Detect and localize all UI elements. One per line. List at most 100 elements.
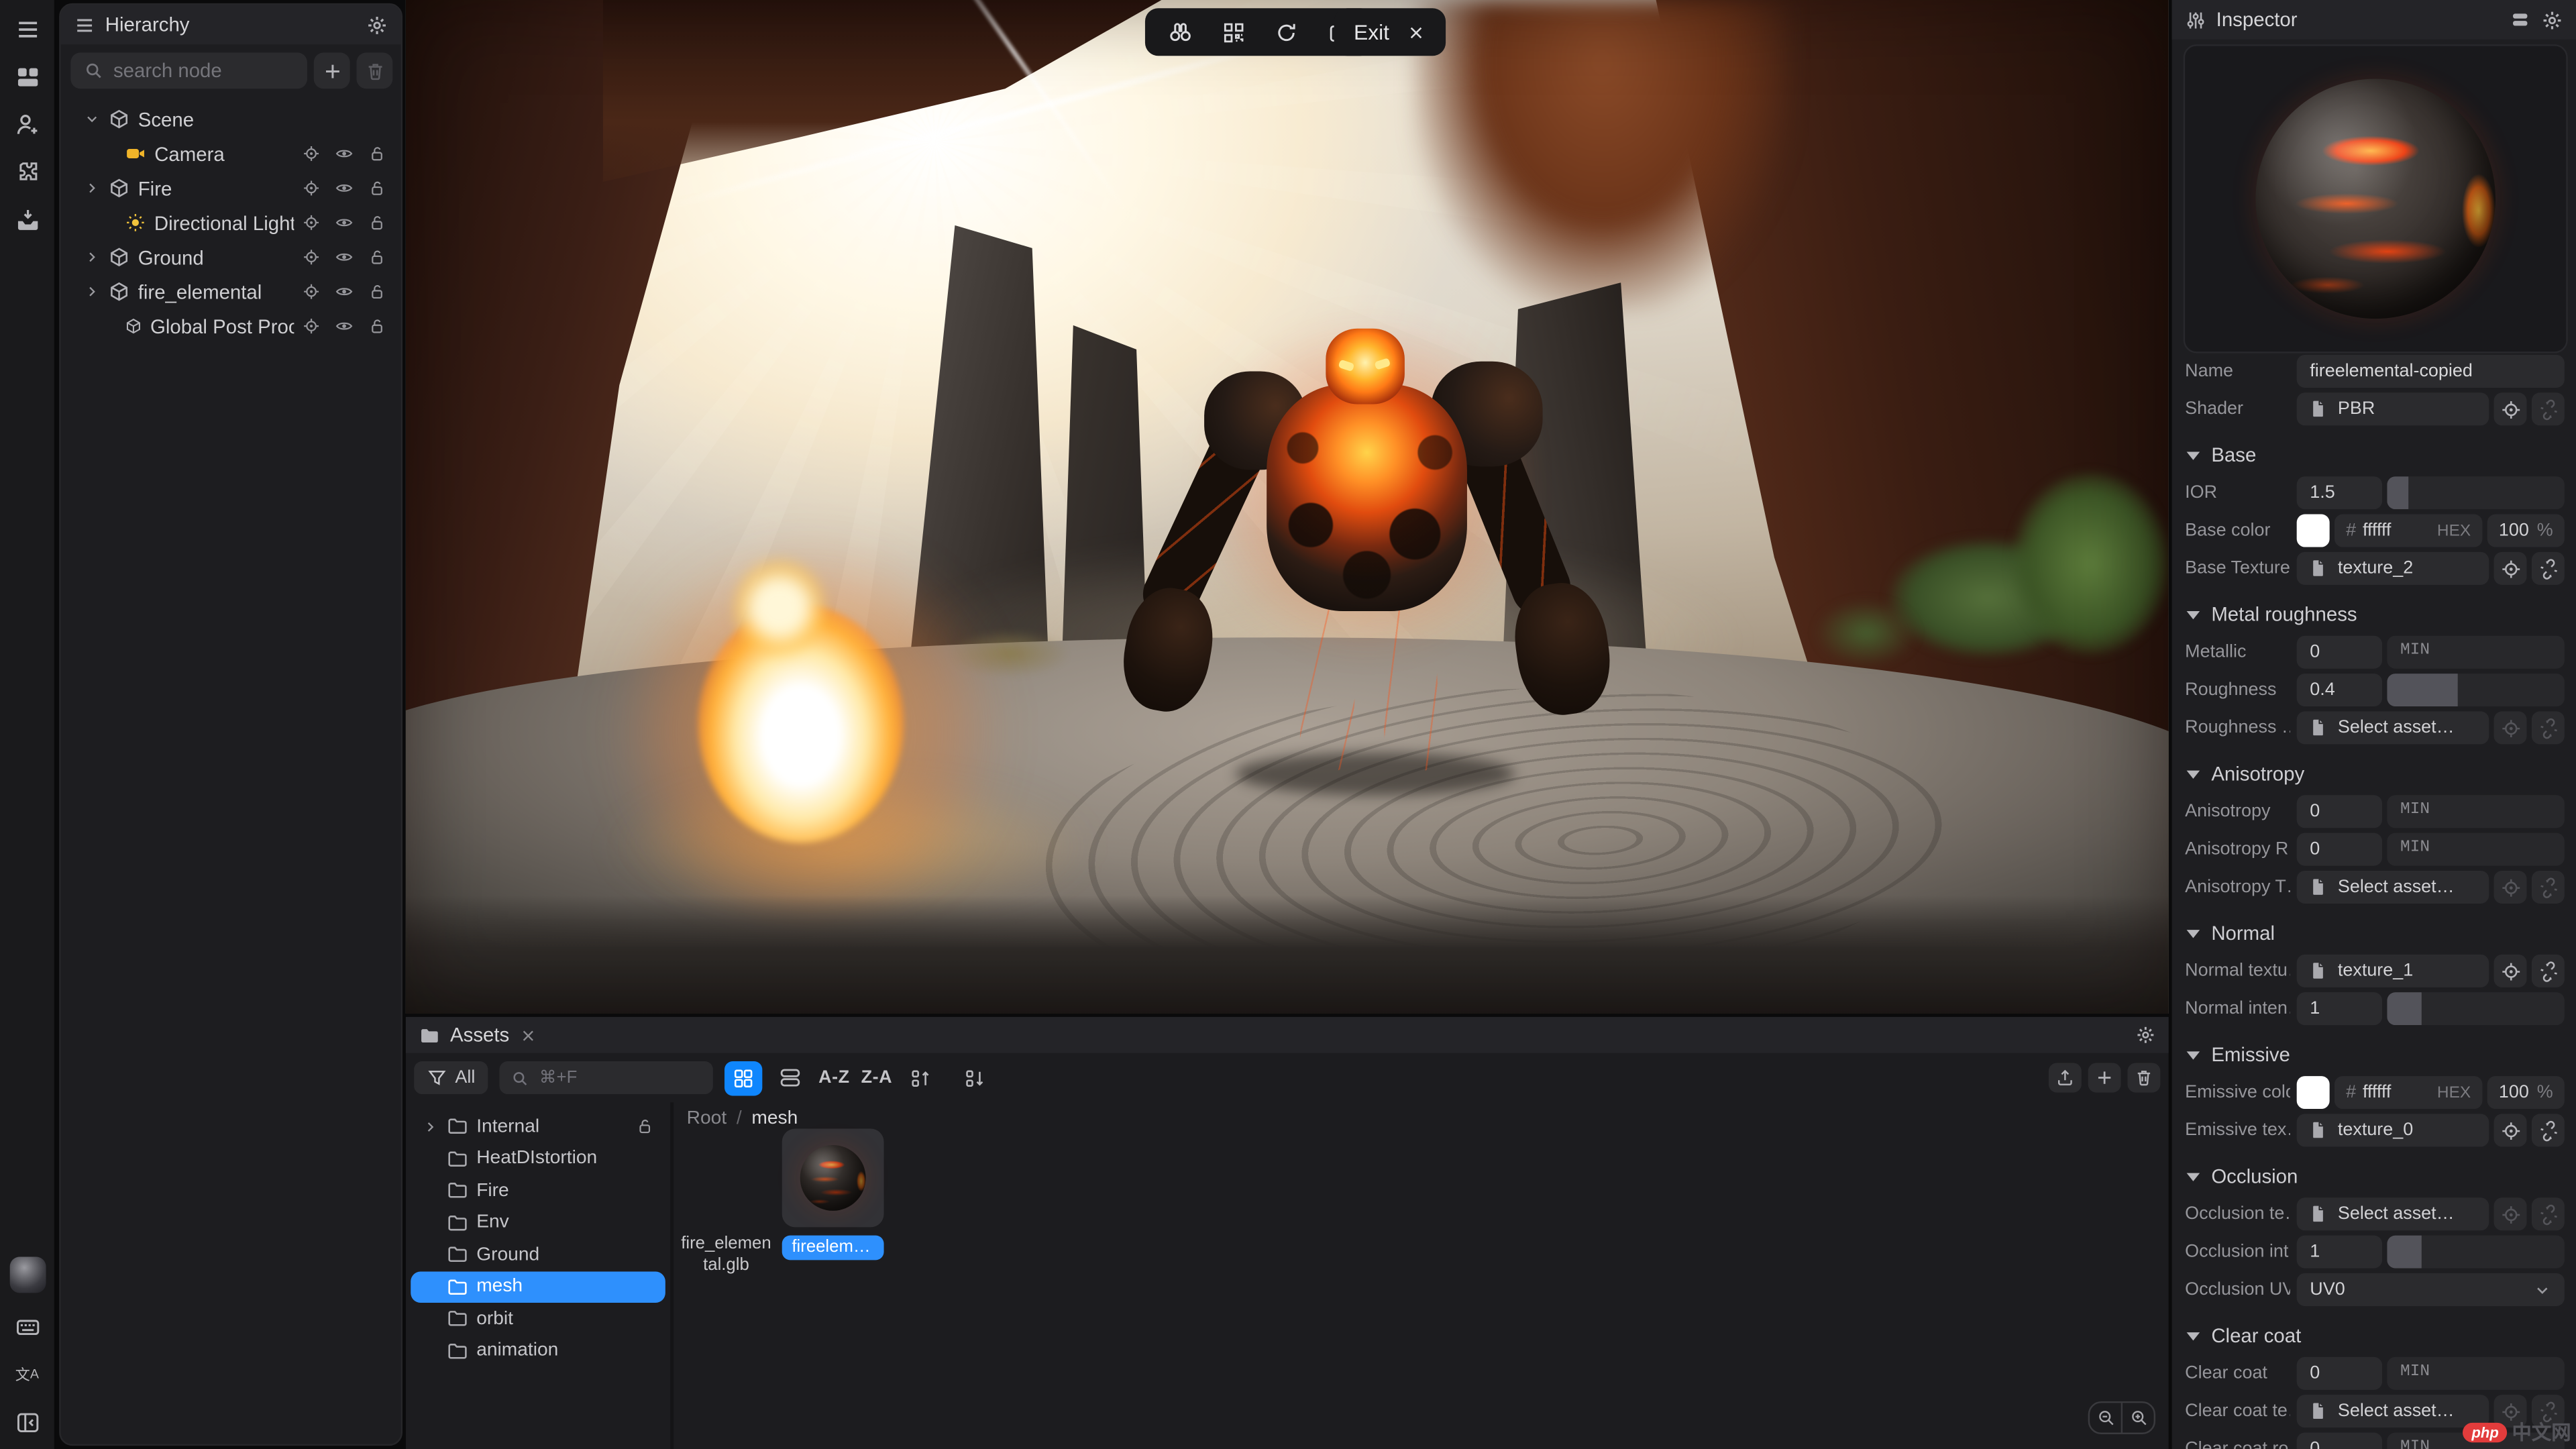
locate-asset-button[interactable] bbox=[2494, 392, 2527, 425]
texture-asset-input[interactable]: Select asset… bbox=[2297, 871, 2489, 904]
lock-icon[interactable] bbox=[368, 282, 386, 301]
language-icon[interactable]: 文A bbox=[14, 1362, 40, 1388]
delete-node-button[interactable] bbox=[356, 52, 392, 89]
slider[interactable]: MIN bbox=[2387, 795, 2564, 828]
list-view-button[interactable] bbox=[774, 1061, 807, 1094]
inspector-settings-gear-icon[interactable] bbox=[2542, 9, 2563, 30]
focus-icon[interactable] bbox=[303, 317, 321, 335]
close-tab-icon[interactable] bbox=[519, 1026, 537, 1044]
visibility-eye-icon[interactable] bbox=[335, 179, 354, 197]
number-input[interactable]: 0 bbox=[2297, 1357, 2382, 1390]
user-avatar[interactable] bbox=[9, 1256, 45, 1293]
assets-tab-label[interactable]: Assets bbox=[450, 1024, 509, 1046]
assets-search-input[interactable]: ⌘+F bbox=[500, 1061, 713, 1094]
zoom-in-icon[interactable] bbox=[2121, 1403, 2154, 1432]
texture-asset-input[interactable]: Select asset… bbox=[2297, 1197, 2489, 1230]
plugins-icon[interactable] bbox=[14, 160, 40, 186]
slider[interactable]: MIN bbox=[2387, 833, 2564, 866]
slider[interactable] bbox=[2387, 992, 2564, 1025]
menu-icon[interactable] bbox=[14, 16, 40, 42]
chevron-right-icon[interactable] bbox=[84, 248, 100, 266]
visibility-eye-icon[interactable] bbox=[335, 213, 354, 231]
sort-ascending-icon[interactable] bbox=[904, 1061, 936, 1094]
folder-heatdistortion[interactable]: HeatDIstortion bbox=[411, 1142, 665, 1175]
section-metal-roughness[interactable]: Metal roughness bbox=[2187, 598, 2565, 631]
chevron-right-icon[interactable] bbox=[84, 179, 100, 197]
visibility-eye-icon[interactable] bbox=[335, 145, 354, 163]
focus-icon[interactable] bbox=[303, 213, 321, 231]
section-base[interactable]: Base bbox=[2187, 439, 2565, 472]
breadcrumb-root[interactable]: Root bbox=[687, 1109, 727, 1128]
number-input[interactable]: 0 bbox=[2297, 1433, 2382, 1449]
zoom-out-icon[interactable] bbox=[2090, 1403, 2121, 1432]
asset-item-material-selected[interactable]: fireeleme… bbox=[782, 1128, 884, 1268]
slider[interactable]: MIN bbox=[2387, 1357, 2564, 1390]
folder-mesh-selected[interactable]: mesh bbox=[411, 1271, 665, 1303]
shader-asset-input[interactable]: PBR bbox=[2297, 392, 2489, 425]
slider[interactable] bbox=[2387, 476, 2564, 509]
upload-asset-button[interactable] bbox=[2049, 1063, 2082, 1092]
reload-icon[interactable] bbox=[1275, 21, 1297, 44]
slider[interactable] bbox=[2387, 1236, 2564, 1269]
material-preview[interactable] bbox=[2184, 44, 2568, 353]
sort-az-button[interactable]: A-Z bbox=[818, 1068, 849, 1087]
exit-button[interactable]: Exit bbox=[1334, 8, 1446, 56]
unlink-asset-button[interactable] bbox=[2532, 552, 2565, 585]
sort-za-button[interactable]: Z-A bbox=[861, 1068, 892, 1087]
locate-asset-button[interactable] bbox=[2494, 1114, 2527, 1146]
color-swatch[interactable] bbox=[2297, 1076, 2330, 1109]
unlink-asset-button[interactable] bbox=[2532, 1197, 2565, 1230]
focus-icon[interactable] bbox=[303, 179, 321, 197]
texture-asset-input[interactable]: Select asset… bbox=[2297, 711, 2489, 744]
texture-asset-input[interactable]: Select asset… bbox=[2297, 1395, 2489, 1428]
slider[interactable] bbox=[2387, 674, 2564, 706]
layout-stack-icon[interactable] bbox=[2509, 8, 2532, 31]
filter-all-button[interactable]: All bbox=[414, 1061, 488, 1094]
locate-asset-button[interactable] bbox=[2494, 871, 2527, 904]
assets-settings-gear-icon[interactable] bbox=[2136, 1025, 2155, 1044]
delete-asset-button[interactable] bbox=[2127, 1063, 2160, 1092]
add-node-button[interactable] bbox=[314, 52, 350, 89]
number-input[interactable]: 0 bbox=[2297, 833, 2382, 866]
dashboard-icon[interactable] bbox=[14, 64, 40, 91]
section-occlusion[interactable]: Occlusion bbox=[2187, 1160, 2565, 1193]
folder-animation[interactable]: animation bbox=[411, 1335, 665, 1367]
hex-color-input[interactable]: #ffffffHEX bbox=[2334, 515, 2482, 547]
lock-icon[interactable] bbox=[368, 145, 386, 163]
number-input[interactable]: 1 bbox=[2297, 1236, 2382, 1269]
unlink-asset-button[interactable] bbox=[2532, 955, 2565, 987]
texture-asset-input[interactable]: texture_2 bbox=[2297, 552, 2489, 585]
visibility-eye-icon[interactable] bbox=[335, 317, 354, 335]
lock-icon[interactable] bbox=[368, 179, 386, 197]
chevron-right-icon[interactable] bbox=[422, 1118, 438, 1134]
number-input[interactable]: 1 bbox=[2297, 992, 2382, 1025]
qr-code-icon[interactable] bbox=[1222, 21, 1245, 44]
hierarchy-node-camera[interactable]: Camera bbox=[61, 136, 401, 170]
visibility-eye-icon[interactable] bbox=[335, 248, 354, 266]
chevron-right-icon[interactable] bbox=[84, 282, 100, 301]
number-input[interactable]: 0.4 bbox=[2297, 674, 2382, 706]
invite-user-icon[interactable] bbox=[14, 112, 40, 138]
hierarchy-node-fire[interactable]: Fire bbox=[61, 171, 401, 205]
texture-asset-input[interactable]: texture_1 bbox=[2297, 955, 2489, 987]
hierarchy-node-scene[interactable]: Scene bbox=[61, 102, 401, 136]
hierarchy-node-directional-light[interactable]: Directional Light bbox=[61, 205, 401, 239]
add-asset-button[interactable] bbox=[2088, 1063, 2121, 1092]
hierarchy-node-global-post-process[interactable]: Global Post Process bbox=[61, 309, 401, 343]
number-input[interactable]: 1.5 bbox=[2297, 476, 2382, 509]
slider[interactable]: MIN bbox=[2387, 636, 2564, 669]
section-emissive[interactable]: Emissive bbox=[2187, 1038, 2565, 1071]
number-input[interactable]: 0 bbox=[2297, 795, 2382, 828]
keyboard-shortcuts-icon[interactable] bbox=[14, 1314, 40, 1340]
folder-internal[interactable]: Internal bbox=[411, 1111, 665, 1143]
asset-item-glb[interactable]: fire_elemental.glb bbox=[677, 1128, 779, 1277]
chevron-down-icon[interactable] bbox=[84, 110, 100, 128]
folder-fire[interactable]: Fire bbox=[411, 1175, 665, 1207]
focus-icon[interactable] bbox=[303, 282, 321, 301]
unlink-asset-button[interactable] bbox=[2532, 711, 2565, 744]
color-swatch[interactable] bbox=[2297, 515, 2330, 547]
hex-color-input[interactable]: #ffffffHEX bbox=[2334, 1076, 2482, 1109]
visibility-eye-icon[interactable] bbox=[335, 282, 354, 301]
hierarchy-node-fire-elemental[interactable]: fire_elemental bbox=[61, 274, 401, 309]
sort-descending-icon[interactable] bbox=[958, 1061, 991, 1094]
